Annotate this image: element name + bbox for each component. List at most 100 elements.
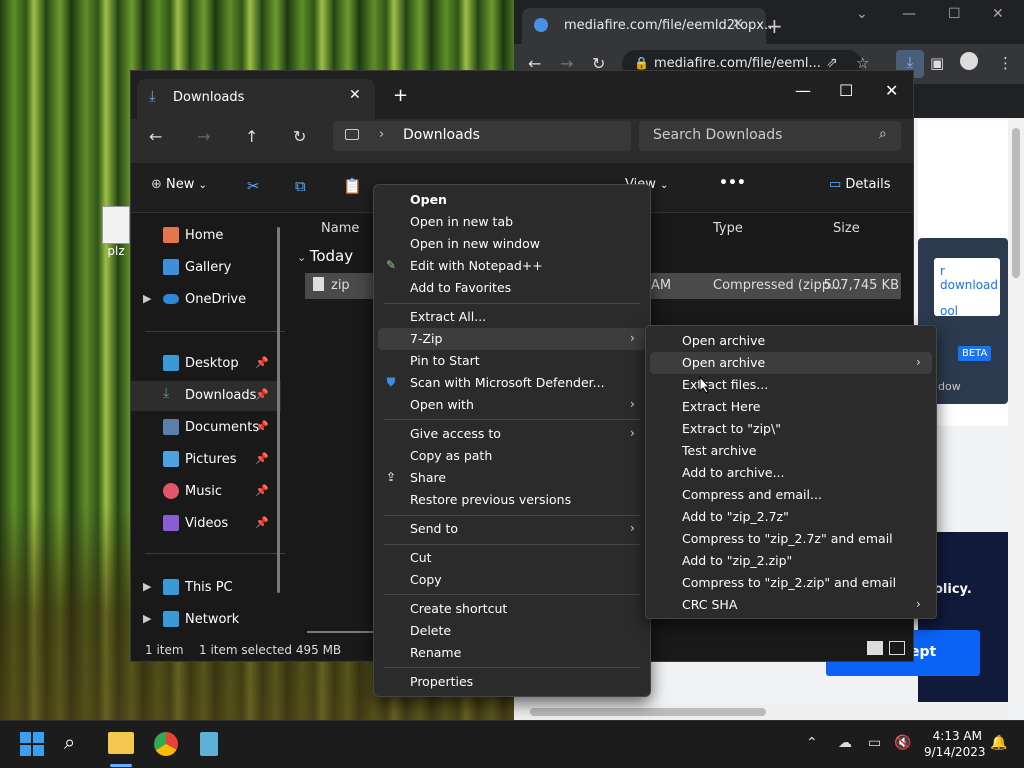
onedrive-icon[interactable]: ☁ — [838, 735, 852, 751]
menu-item-extract-all[interactable]: Extract All... — [374, 306, 650, 328]
submenu-item-test-archive[interactable]: Test archive — [646, 440, 936, 462]
pin-icon[interactable]: 📌 — [255, 452, 269, 465]
details-button[interactable]: ▭ Details — [829, 177, 891, 192]
menu-item-copy[interactable]: Copy — [374, 569, 650, 591]
vertical-scrollbar[interactable] — [1008, 118, 1024, 704]
minimize-icon[interactable]: — — [902, 6, 916, 22]
submenu-item-crc-sha[interactable]: CRC SHA › — [646, 594, 936, 616]
system-clock[interactable]: 4:13 AM 9/14/2023 — [924, 728, 986, 760]
copy-icon[interactable]: ⧉ — [295, 177, 306, 195]
refresh-icon[interactable]: ↻ — [293, 127, 306, 146]
menu-item-create-shortcut[interactable]: Create shortcut — [374, 598, 650, 620]
horizontal-scrollbar[interactable] — [514, 704, 1008, 720]
lock-icon[interactable]: 🔒 — [634, 56, 649, 70]
sidebar-item-pictures[interactable]: Pictures 📌 — [131, 445, 281, 475]
sidebar-scrollbar[interactable] — [277, 227, 280, 593]
menu-item-cut[interactable]: Cut — [374, 547, 650, 569]
menu-item-open-new-window[interactable]: Open in new window — [374, 233, 650, 255]
back-arrow-icon[interactable]: ← — [149, 127, 162, 146]
sidebar-item-onedrive[interactable]: ▶ OneDrive — [131, 285, 281, 315]
sidebar-item-home[interactable]: Home — [131, 221, 281, 251]
sidebar-item-network[interactable]: ▶ Network — [131, 605, 281, 635]
details-view-icon[interactable] — [867, 641, 883, 655]
close-tab-icon[interactable]: ✕ — [349, 87, 361, 103]
submenu-item-open-archive-more[interactable]: Open archive › — [650, 352, 932, 374]
group-header[interactable]: ⌄ Today — [297, 247, 353, 265]
maximize-icon[interactable]: ☐ — [839, 81, 853, 100]
pin-icon[interactable]: 📌 — [255, 388, 269, 401]
submenu-item-compress-7z-email[interactable]: Compress to "zip_2.7z" and email — [646, 528, 936, 550]
maximize-icon[interactable]: ☐ — [948, 6, 961, 22]
submenu-item-open-archive[interactable]: Open archive — [646, 330, 936, 352]
chevron-right-icon[interactable]: ▶ — [143, 612, 151, 625]
sidebar-item-desktop[interactable]: Desktop 📌 — [131, 349, 281, 379]
sidebar-item-documents[interactable]: Documents 📌 — [131, 413, 281, 443]
forward-arrow-icon[interactable]: → — [197, 127, 210, 146]
paste-icon[interactable]: 📋 — [343, 177, 362, 195]
menu-item-give-access[interactable]: Give access to › — [374, 423, 650, 445]
profile-avatar[interactable] — [960, 52, 978, 70]
chevron-right-icon[interactable]: ▶ — [143, 292, 151, 305]
browser-tab[interactable]: mediafire.com/file/eemld2topx... — [522, 8, 776, 44]
menu-item-rename[interactable]: Rename — [374, 642, 650, 664]
download-button[interactable]: r download ool — [934, 258, 1000, 318]
submenu-item-compress-zip-email[interactable]: Compress to "zip_2.zip" and email — [646, 572, 936, 594]
chevron-down-icon[interactable]: ⌄ — [856, 6, 868, 22]
menu-item-add-favorites[interactable]: Add to Favorites — [374, 277, 650, 299]
file-explorer-taskbar-icon[interactable] — [108, 732, 134, 754]
chevron-right-icon[interactable]: › — [379, 127, 384, 142]
share-icon[interactable]: ⇗ — [826, 55, 838, 71]
up-arrow-icon[interactable]: ↑ — [245, 127, 258, 146]
close-window-icon[interactable]: ✕ — [885, 81, 898, 100]
sidebar-item-downloads[interactable]: ⤓ Downloads 📌 — [131, 381, 281, 411]
pin-icon[interactable]: 📌 — [255, 516, 269, 529]
pin-icon[interactable]: 📌 — [255, 356, 269, 369]
menu-item-7zip[interactable]: 7-Zip › — [378, 328, 646, 350]
new-tab-icon[interactable]: + — [393, 85, 408, 106]
notepad-taskbar-icon[interactable] — [200, 732, 218, 756]
notification-bell-icon[interactable]: 🔔 — [990, 735, 1007, 751]
submenu-item-extract-files[interactable]: Extract files... — [646, 374, 936, 396]
submenu-item-extract-here[interactable]: Extract Here — [646, 396, 936, 418]
menu-item-properties[interactable]: Properties — [374, 671, 650, 693]
chrome-taskbar-icon[interactable] — [154, 732, 178, 756]
sidebar-item-gallery[interactable]: Gallery — [131, 253, 281, 283]
menu-item-scan-defender[interactable]: ⛊ Scan with Microsoft Defender... — [374, 372, 650, 394]
column-name[interactable]: Name — [321, 221, 359, 236]
menu-item-delete[interactable]: Delete — [374, 620, 650, 642]
more-options-icon[interactable]: ••• — [719, 175, 746, 191]
start-button[interactable] — [20, 732, 44, 756]
new-button[interactable]: ⊕ New ⌄ — [151, 177, 207, 192]
menu-item-notepad-plus[interactable]: ✎ Edit with Notepad++ — [374, 255, 650, 277]
menu-item-open-with[interactable]: Open with › — [374, 394, 650, 416]
menu-item-copy-path[interactable]: Copy as path — [374, 445, 650, 467]
sidebar-icon[interactable]: ▣ — [930, 54, 944, 72]
column-type[interactable]: Type — [713, 221, 743, 236]
close-tab-icon[interactable]: ✕ — [732, 16, 744, 32]
chevron-up-icon[interactable]: ⌃ — [806, 735, 818, 751]
menu-item-pin-start[interactable]: Pin to Start — [374, 350, 650, 372]
pin-icon[interactable]: 📌 — [255, 484, 269, 497]
menu-item-restore-versions[interactable]: Restore previous versions — [374, 489, 650, 511]
desktop-file-icon[interactable]: plz — [100, 206, 132, 266]
horizontal-scrollbar[interactable] — [307, 631, 381, 633]
speaker-muted-icon[interactable]: 🔇 — [894, 735, 911, 751]
search-input[interactable]: Search Downloads — [639, 121, 901, 151]
chevron-right-icon[interactable]: ▶ — [143, 580, 151, 593]
new-tab-icon[interactable]: + — [766, 14, 783, 38]
search-icon[interactable]: ⌕ — [64, 730, 75, 754]
menu-item-open[interactable]: Open — [374, 189, 650, 211]
sidebar-item-this-pc[interactable]: ▶ This PC — [131, 573, 281, 603]
submenu-item-add-7z[interactable]: Add to "zip_2.7z" — [646, 506, 936, 528]
explorer-tab[interactable]: Downloads — [137, 79, 375, 119]
menu-icon[interactable]: ⋮ — [998, 54, 1013, 72]
address-bar[interactable]: Downloads — [333, 121, 631, 151]
submenu-item-compress-email[interactable]: Compress and email... — [646, 484, 936, 506]
sidebar-item-videos[interactable]: Videos 📌 — [131, 509, 281, 539]
pin-icon[interactable]: 📌 — [255, 420, 269, 433]
tiles-view-icon[interactable] — [889, 641, 905, 655]
display-icon[interactable]: ▭ — [868, 735, 881, 751]
sidebar-item-music[interactable]: Music 📌 — [131, 477, 281, 507]
column-size[interactable]: Size — [833, 221, 860, 236]
minimize-icon[interactable]: — — [795, 81, 811, 100]
